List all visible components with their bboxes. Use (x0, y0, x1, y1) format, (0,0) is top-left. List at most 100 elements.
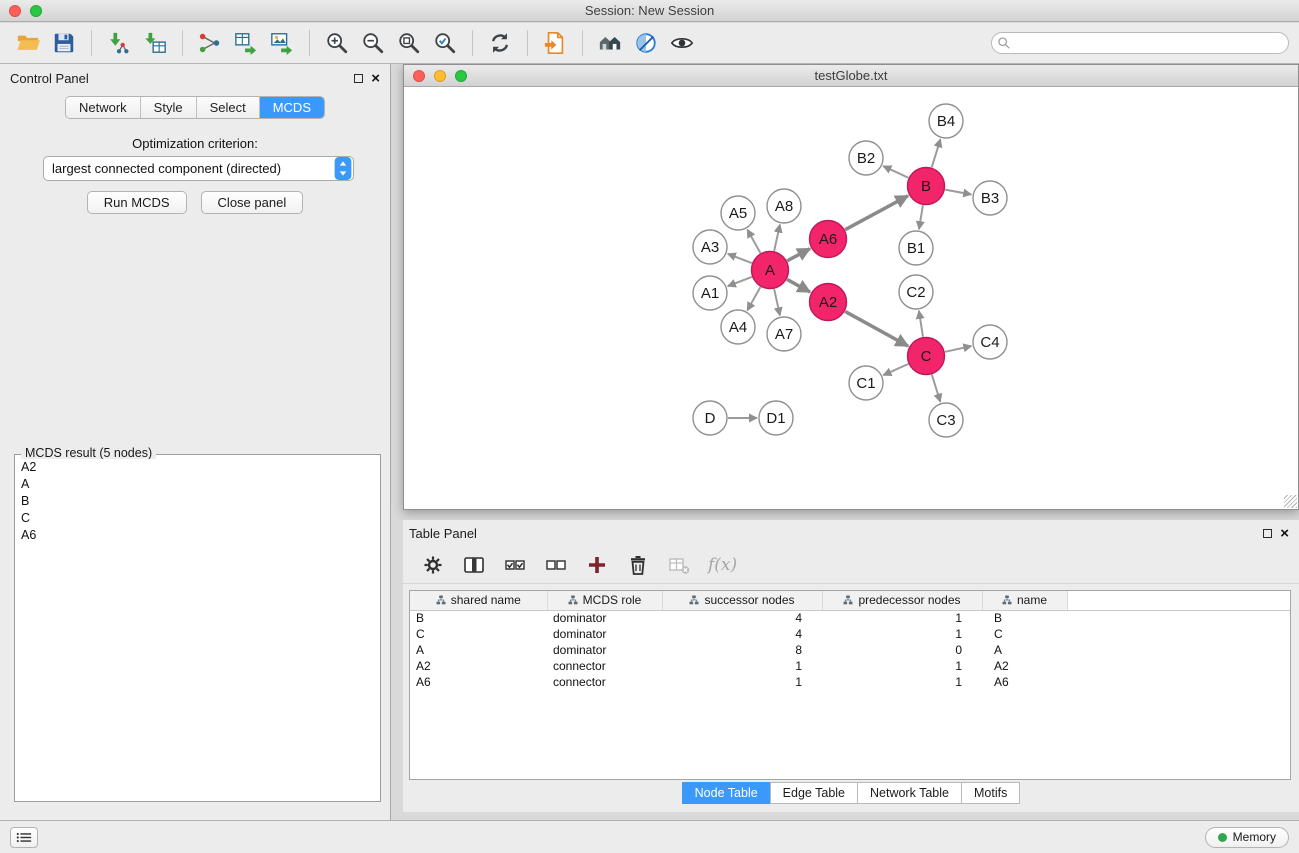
node-B[interactable]: B (908, 168, 945, 205)
edge-A-A2[interactable] (787, 279, 810, 292)
table-cell[interactable]: 0 (822, 642, 982, 658)
mcds-result-item[interactable]: A (17, 476, 378, 493)
node-A[interactable]: A (752, 252, 789, 289)
table-cell[interactable]: A (982, 642, 1067, 658)
show-hide-button[interactable] (664, 27, 700, 59)
column-header-name[interactable]: name (982, 591, 1067, 610)
table-row[interactable]: Adominator80A (410, 642, 1290, 658)
edge-A-A7[interactable] (774, 289, 780, 315)
tab-edge-table[interactable]: Edge Table (770, 782, 857, 804)
tab-mcds[interactable]: MCDS (260, 97, 324, 118)
node-A1[interactable]: A1 (693, 276, 727, 310)
edge-B-B4[interactable] (932, 139, 941, 167)
column-select-button[interactable] (462, 553, 486, 577)
table-cell[interactable]: C (410, 626, 547, 642)
table-cell[interactable]: B (982, 610, 1067, 626)
close-panel-button[interactable]: Close panel (201, 191, 304, 214)
mcds-result-item[interactable]: A2 (17, 459, 378, 476)
zoom-in-button[interactable] (319, 27, 355, 59)
table-cell[interactable]: dominator (547, 610, 662, 626)
table-cell[interactable]: connector (547, 658, 662, 674)
table-cell[interactable]: 1 (822, 626, 982, 642)
search-input[interactable] (991, 32, 1289, 54)
mcds-result-list[interactable]: A2ABCA6 (17, 459, 378, 799)
edge-C-C1[interactable] (883, 364, 908, 375)
node-table[interactable]: shared nameMCDS rolesuccessor nodesprede… (410, 591, 1290, 690)
table-cell[interactable]: connector (547, 674, 662, 690)
column-header-predecessor-nodes[interactable]: predecessor nodes (822, 591, 982, 610)
table-cell[interactable]: 4 (662, 626, 822, 642)
open-session-file-button[interactable] (537, 27, 573, 59)
save-session-button[interactable] (46, 27, 82, 59)
open-session-button[interactable] (10, 27, 46, 59)
tab-select[interactable]: Select (197, 97, 260, 118)
float-panel-icon[interactable] (354, 74, 363, 83)
table-cell[interactable]: 1 (822, 610, 982, 626)
export-table-button[interactable] (228, 27, 264, 59)
node-A2[interactable]: A2 (810, 284, 847, 321)
table-float-panel-icon[interactable] (1263, 529, 1272, 538)
table-cell[interactable]: dominator (547, 626, 662, 642)
table-settings-button[interactable] (421, 553, 445, 577)
node-D1[interactable]: D1 (759, 401, 793, 435)
node-D[interactable]: D (693, 401, 727, 435)
import-network-button[interactable] (101, 27, 137, 59)
tab-node-table[interactable]: Node Table (682, 782, 770, 804)
node-B4[interactable]: B4 (929, 104, 963, 138)
table-row[interactable]: A6connector11A6 (410, 674, 1290, 690)
deselect-all-rows-button[interactable] (544, 553, 568, 577)
run-mcds-button[interactable]: Run MCDS (87, 191, 187, 214)
column-header-successor-nodes[interactable]: successor nodes (662, 591, 822, 610)
table-close-panel-icon[interactable]: × (1280, 526, 1289, 541)
table-cell[interactable]: dominator (547, 642, 662, 658)
refresh-layout-button[interactable] (482, 27, 518, 59)
edge-B-B1[interactable] (919, 205, 923, 229)
table-cell[interactable]: 1 (662, 674, 822, 690)
import-table-button[interactable] (137, 27, 173, 59)
export-image-button[interactable] (264, 27, 300, 59)
node-C3[interactable]: C3 (929, 403, 963, 437)
node-C1[interactable]: C1 (849, 366, 883, 400)
add-column-button[interactable] (585, 553, 609, 577)
task-history-button[interactable] (10, 827, 38, 848)
table-cell[interactable]: A2 (982, 658, 1067, 674)
export-network-button[interactable] (192, 27, 228, 59)
table-cell[interactable]: 1 (822, 674, 982, 690)
node-A4[interactable]: A4 (721, 310, 755, 344)
network-canvas[interactable]: B4B2BB3A8A5A6A3B1AC2A1A2A4A7C4CC1DD1C3 (404, 87, 1298, 509)
close-panel-icon[interactable]: × (371, 71, 380, 86)
mcds-result-item[interactable]: B (17, 493, 378, 510)
window-resize-grip[interactable] (1284, 495, 1297, 508)
table-cell[interactable]: A2 (410, 658, 547, 674)
node-B3[interactable]: B3 (973, 181, 1007, 215)
table-cell[interactable]: 8 (662, 642, 822, 658)
node-C2[interactable]: C2 (899, 275, 933, 309)
edge-A2-C[interactable] (845, 311, 908, 346)
delete-column-button[interactable] (626, 553, 650, 577)
node-A8[interactable]: A8 (767, 189, 801, 223)
zoom-fit-button[interactable] (391, 27, 427, 59)
edge-B-B2[interactable] (883, 166, 908, 178)
node-C4[interactable]: C4 (973, 325, 1007, 359)
select-all-rows-button[interactable] (503, 553, 527, 577)
table-row[interactable]: Bdominator41B (410, 610, 1290, 626)
mcds-result-item[interactable]: A6 (17, 527, 378, 544)
column-header-shared-name[interactable]: shared name (410, 591, 547, 610)
mcds-result-item[interactable]: C (17, 510, 378, 527)
edge-A-A6[interactable] (787, 249, 810, 261)
edge-A-A8[interactable] (774, 225, 780, 251)
zoom-out-button[interactable] (355, 27, 391, 59)
first-neighbors-button[interactable] (592, 27, 628, 59)
node-A3[interactable]: A3 (693, 230, 727, 264)
criterion-select[interactable]: largest connected component (directed) (43, 156, 354, 181)
edge-A-A5[interactable] (747, 230, 760, 253)
edge-B-B3[interactable] (945, 190, 971, 195)
tab-motifs[interactable]: Motifs (961, 782, 1020, 804)
node-A5[interactable]: A5 (721, 196, 755, 230)
edge-C-C4[interactable] (945, 346, 971, 352)
node-A7[interactable]: A7 (767, 317, 801, 351)
table-row[interactable]: A2connector11A2 (410, 658, 1290, 674)
table-cell[interactable]: 1 (822, 658, 982, 674)
network-graph[interactable]: B4B2BB3A8A5A6A3B1AC2A1A2A4A7C4CC1DD1C3 (404, 87, 1298, 509)
node-C[interactable]: C (908, 338, 945, 375)
